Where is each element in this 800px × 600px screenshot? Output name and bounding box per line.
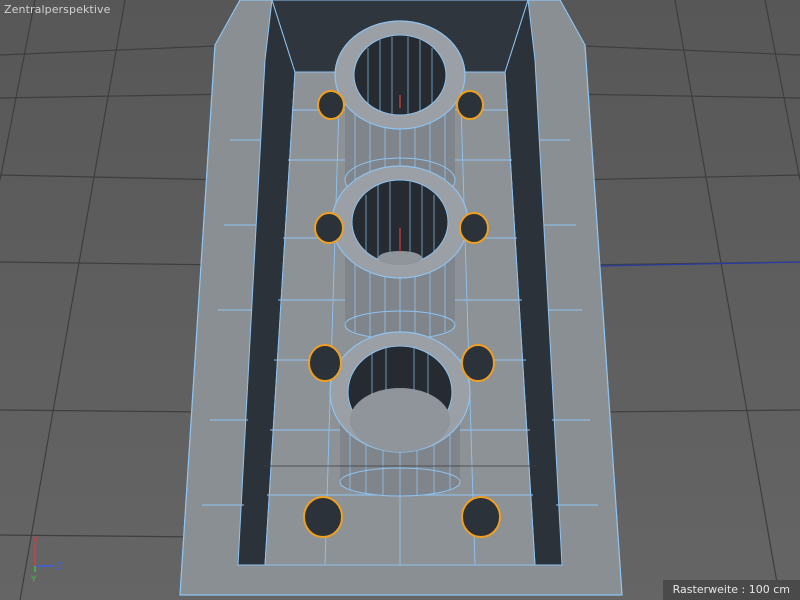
- hole-4-left[interactable]: [303, 496, 343, 538]
- axis-gizmo: X Z Y: [30, 536, 62, 584]
- tube-3[interactable]: [329, 331, 471, 497]
- axis-label-z: Z: [56, 562, 62, 572]
- hole-1-left[interactable]: [317, 90, 345, 120]
- viewport-title[interactable]: Zentralperspektive: [4, 3, 110, 16]
- grid-spacing-status: Rasterweite : 100 cm: [662, 580, 800, 600]
- viewport-3d[interactable]: Zentralperspektive X Z Y Rasterweite : 1…: [0, 0, 800, 600]
- tube-2[interactable]: [331, 165, 469, 340]
- hole-4-right[interactable]: [461, 496, 501, 538]
- hole-2-right[interactable]: [459, 212, 489, 244]
- axis-label-x: X: [32, 536, 38, 546]
- hole-3-right[interactable]: [461, 344, 495, 382]
- axis-label-y: Y: [30, 575, 37, 584]
- hole-3-left[interactable]: [308, 344, 342, 382]
- hole-1-right[interactable]: [456, 90, 484, 120]
- scene-canvas[interactable]: [0, 0, 800, 600]
- brick-mesh[interactable]: [179, 0, 623, 596]
- hole-2-left[interactable]: [314, 212, 344, 244]
